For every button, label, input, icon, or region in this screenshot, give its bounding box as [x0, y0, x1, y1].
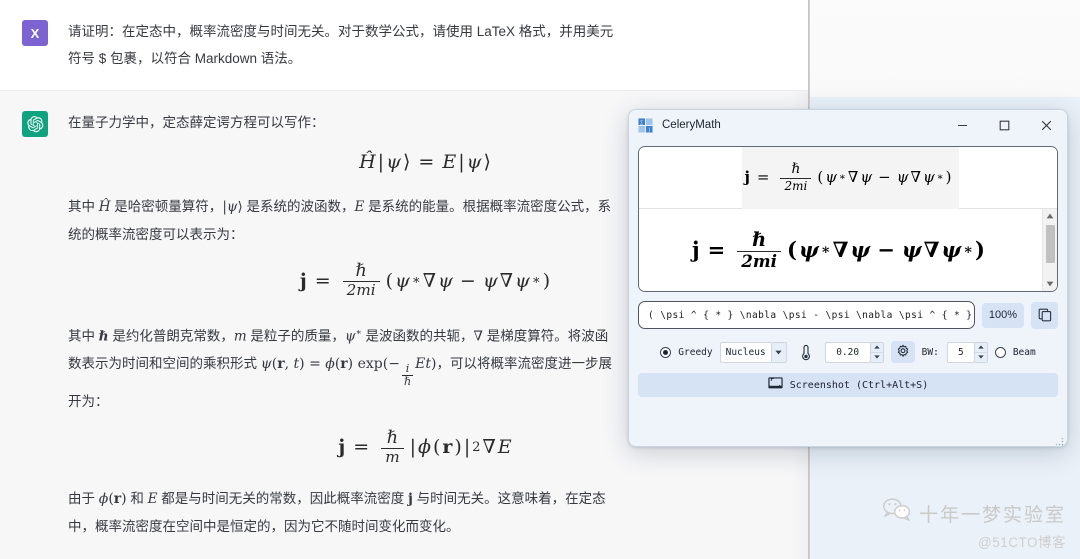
user-message: X 请证明：在定态中，概率流密度与时间无关。对于数学公式，请使用 LaTeX 格…: [0, 0, 808, 90]
para2-seg-d: 是系统的能量。根据概率流密度公式，系: [364, 199, 612, 214]
screenshot-button[interactable]: Screenshot (Ctrl+Alt+S): [638, 373, 1058, 397]
window-controls: [941, 110, 1067, 140]
scroll-up-icon[interactable]: [1043, 209, 1057, 223]
temperature-value[interactable]: 0.20: [824, 341, 871, 363]
beam-width-label: BW:: [921, 346, 939, 358]
sampling-mode-select[interactable]: Nucleus: [719, 341, 787, 363]
para2-seg-b: 是哈密顿量算符，: [110, 199, 223, 214]
para3-seg-h: 开为：: [68, 393, 109, 409]
para2-seg-c: 是系统的波函数，: [242, 199, 355, 214]
para2-seg-e: 统的概率流密度可以表示为：: [68, 227, 244, 242]
para4-seg-d: 与时间无关。这意味着，在定态: [412, 491, 606, 507]
beam-radio[interactable]: [994, 346, 1006, 358]
para3-seg-e: 是梯度算符。将波函: [482, 328, 609, 344]
temperature-stepper[interactable]: 0.20: [824, 341, 884, 363]
para3-seg-a: 其中: [68, 328, 99, 344]
rendered-equation: j = ℏ 2mi (ψ ∗ ∇ ψ − ψ ∇ ψ ∗): [692, 228, 985, 271]
sampling-mode-value: Nucleus: [719, 341, 772, 363]
user-message-body: 请证明：在定态中，概率流密度与时间无关。对于数学公式，请使用 LaTeX 格式，…: [68, 18, 782, 72]
spinner-down-icon[interactable]: [974, 352, 987, 362]
thermometer-icon: [794, 341, 818, 363]
para3-seg-g: ，可以将概率流密度进一步展: [436, 356, 613, 372]
rendered-preview-row: j = ℏ 2mi (ψ ∗ ∇ ψ − ψ ∇ ψ ∗): [639, 209, 1057, 291]
para3-seg-d: 是波函数的共轭，: [361, 328, 474, 344]
svg-text:∑: ∑: [640, 120, 643, 125]
celerymath-body: j = ℏ 2mi (ψ ∗ ∇ ψ − ψ ∇ ψ ∗) j = ℏ 2mi …: [629, 140, 1067, 446]
beam-width-value[interactable]: 5: [946, 341, 975, 363]
preview-box: j = ℏ 2mi (ψ ∗ ∇ ψ − ψ ∇ ψ ∗) j = ℏ 2mi …: [638, 146, 1058, 292]
captured-image-preview[interactable]: j = ℏ 2mi (ψ ∗ ∇ ψ − ψ ∇ ψ ∗): [639, 147, 1057, 209]
user-text-line-2: 符号 $ 包裹，以符合 Markdown 语法。: [68, 51, 302, 66]
para3-seg-b: 是约化普朗克常数，: [108, 328, 234, 344]
para4-seg-b: 和: [126, 491, 148, 507]
gear-icon[interactable]: [890, 341, 915, 363]
chevron-down-icon[interactable]: [771, 341, 787, 363]
avatar-initial: X: [30, 25, 40, 41]
close-icon[interactable]: [1025, 110, 1067, 140]
preview-scrollbar[interactable]: [1042, 209, 1057, 291]
para4-seg-c: 都是与时间无关的常数，因此概率流密度: [157, 491, 409, 507]
assistant-para-4: 由于 ϕ(r) 和 E 都是与时间无关的常数，因此概率流密度 j 与时间无关。这…: [68, 491, 606, 535]
openai-logo-icon: [26, 115, 44, 133]
latex-input[interactable]: ( \psi ^ { * } \nabla \psi - \psi \nabla…: [638, 301, 975, 329]
spinner-up-icon[interactable]: [974, 342, 987, 352]
para3-inline-equation: ψ(r, t) = ϕ(r) exp(− i ℏ Et): [260, 356, 437, 388]
scrollbar-thumb[interactable]: [1045, 225, 1055, 263]
minimize-icon[interactable]: [941, 110, 983, 140]
screen-root: X 请证明：在定态中，概率流密度与时间无关。对于数学公式，请使用 LaTeX 格…: [0, 0, 1080, 559]
para3-seg-c: 是粒子的质量，: [246, 328, 345, 344]
latex-row: ( \psi ^ { * } \nabla \psi - \psi \nabla…: [638, 301, 1058, 329]
scrollbar-track[interactable]: [1043, 223, 1057, 277]
para4-seg-a: 由于: [68, 491, 99, 507]
beam-width-spin-buttons[interactable]: [974, 341, 988, 363]
user-text-line-1: 请证明：在定态中，概率流密度与时间无关。对于数学公式，请使用 LaTeX 格式，…: [68, 24, 614, 39]
beam-width-stepper[interactable]: 5: [946, 341, 988, 363]
para2-seg-a: 其中: [68, 199, 99, 214]
screenshot-button-label: Screenshot (Ctrl+Alt+S): [789, 379, 929, 391]
maximize-icon[interactable]: [983, 110, 1025, 140]
avatar-user: X: [22, 20, 48, 46]
scroll-down-icon[interactable]: [1043, 277, 1057, 291]
resize-grip-icon[interactable]: [1054, 433, 1064, 446]
screenshot-button-wrap: Screenshot (Ctrl+Alt+S): [638, 364, 1058, 397]
avatar-assistant: [22, 111, 48, 137]
spinner-up-icon[interactable]: [870, 342, 883, 352]
copy-icon[interactable]: [1031, 301, 1058, 329]
captured-image-equation: j = ℏ 2mi (ψ ∗ ∇ ψ − ψ ∇ ψ ∗): [744, 161, 952, 193]
decoding-options-row: Greedy Nucleus 0.20 BW: 5 Beam: [638, 340, 1058, 364]
celerymath-title: CeleryMath: [662, 119, 721, 131]
greedy-label: Greedy: [678, 346, 713, 358]
spinner-down-icon[interactable]: [870, 352, 883, 362]
zoom-level-badge[interactable]: 100%: [981, 302, 1024, 328]
greedy-radio[interactable]: [660, 346, 672, 358]
screen-capture-icon: [768, 376, 783, 394]
celerymath-titlebar[interactable]: ∑ ∫ CeleryMath: [629, 110, 1067, 140]
user-message-text: 请证明：在定态中，概率流密度与时间无关。对于数学公式，请使用 LaTeX 格式，…: [68, 18, 782, 72]
para4-seg-e: 中，概率流密度在空间中是恒定的，因为它不随时间变化而变化。: [68, 519, 460, 535]
celerymath-window: ∑ ∫ CeleryMath j = ℏ 2mi (ψ ∗ ∇ ψ − ψ ∇…: [628, 109, 1068, 447]
beam-label: Beam: [1012, 346, 1036, 358]
para3-seg-f: 数表示为时间和空间的乘积形式: [68, 356, 261, 372]
temperature-spin-buttons[interactable]: [870, 341, 884, 363]
celerymath-app-icon: ∑ ∫: [638, 117, 653, 133]
assistant-para-5: 因此，我们证明了在定态中，概率流密度与时间无关。: [68, 555, 782, 559]
